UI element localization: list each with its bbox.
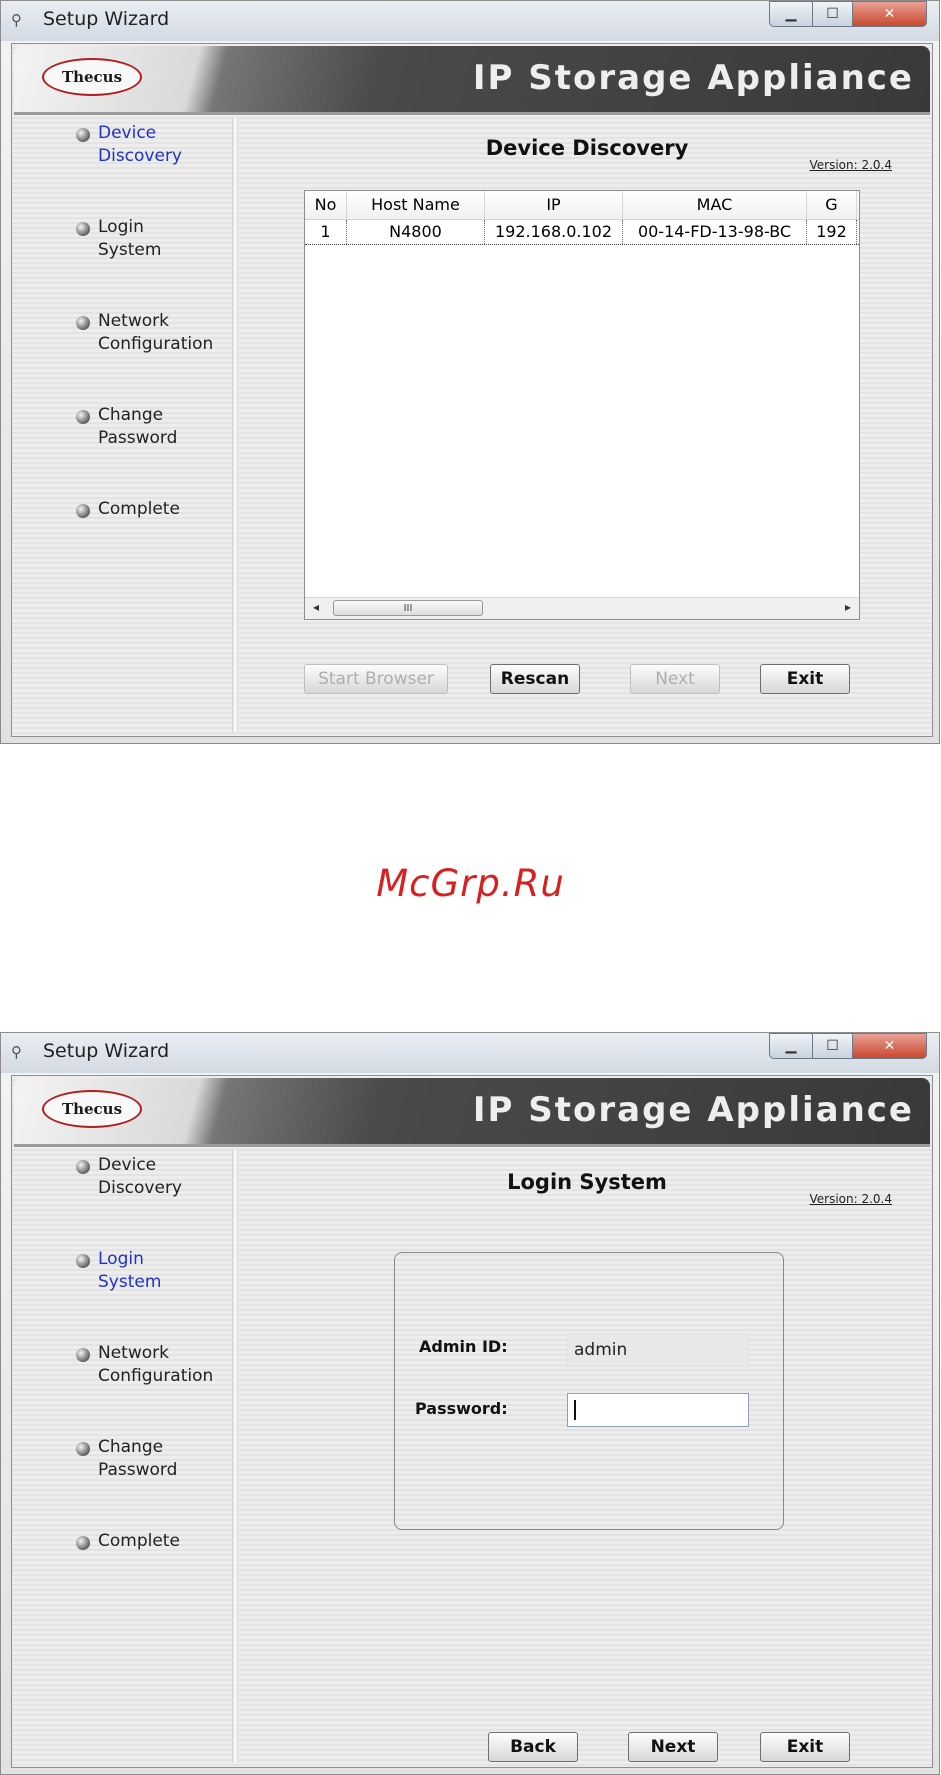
bullet-icon [76, 1348, 90, 1362]
step-label: Password [98, 428, 178, 448]
bullet-icon [76, 1442, 90, 1456]
wizard-steps: Device Discovery Login System Network Confi… [52, 122, 237, 592]
app-title: IP Storage Appliance [472, 1090, 914, 1130]
step-label: System [98, 240, 162, 260]
password-label: Password: [415, 1399, 508, 1418]
sidebar-divider [232, 1150, 238, 1763]
banner: Thecus IP Storage Appliance [14, 1078, 930, 1147]
bullet-icon [76, 1254, 90, 1268]
step-login-system[interactable]: Login System [52, 1248, 237, 1342]
bullet-icon [76, 222, 90, 236]
device-table: No Host Name IP MAC G 1 N4800 192.168.0.… [304, 190, 860, 620]
column-header[interactable]: G [807, 191, 857, 219]
close-button[interactable]: ✕ [853, 1033, 927, 1059]
maximize-button[interactable]: ☐ [813, 1033, 853, 1059]
rescan-button[interactable]: Rescan [490, 664, 580, 694]
back-button[interactable]: Back [488, 1732, 578, 1762]
login-form: Admin ID: admin Password: [394, 1252, 784, 1530]
step-network-configuration[interactable]: Network Configuration [52, 310, 237, 404]
close-button[interactable]: ✕ [853, 1, 927, 27]
title-bar: ⚲ Setup Wizard ▁ ☐ ✕ [1, 1, 939, 41]
step-label: Configuration [98, 1366, 214, 1386]
bullet-icon [76, 410, 90, 424]
title-bar: ⚲ Setup Wizard ▁ ☐ ✕ [1, 1033, 939, 1073]
column-header[interactable]: No [305, 191, 347, 219]
exit-button[interactable]: Exit [760, 664, 850, 694]
cell-ip: 192.168.0.102 [485, 220, 623, 244]
watermark: McGrp.Ru [376, 862, 565, 905]
window-title: Setup Wizard [43, 1040, 170, 1062]
table-header: No Host Name IP MAC G [305, 191, 859, 220]
step-change-password[interactable]: Change Password [52, 404, 237, 498]
step-complete[interactable]: Complete [52, 498, 237, 592]
app-title: IP Storage Appliance [472, 58, 914, 98]
wizard-steps: Device Discovery Login System Network Confi… [52, 1154, 237, 1624]
step-label: Password [98, 1460, 178, 1480]
admin-id-label: Admin ID: [419, 1337, 508, 1356]
setup-wizard-window-login: ⚲ Setup Wizard ▁ ☐ ✕ Thecus IP Storage A… [0, 1032, 940, 1775]
bullet-icon [76, 1536, 90, 1550]
scroll-left-icon[interactable]: ◂ [307, 600, 325, 614]
bullet-icon [76, 504, 90, 518]
window-controls: ▁ ☐ ✕ [769, 1033, 927, 1061]
network-icon: ⚲ [11, 11, 22, 29]
next-button[interactable]: Next [628, 1732, 718, 1762]
window-controls: ▁ ☐ ✕ [769, 1, 927, 29]
step-label: Complete [98, 499, 180, 519]
column-header[interactable]: Host Name [347, 191, 485, 219]
cell-no: 1 [305, 220, 347, 244]
thecus-logo: Thecus [42, 1090, 142, 1128]
step-complete[interactable]: Complete [52, 1530, 237, 1624]
scroll-right-icon[interactable]: ▸ [839, 600, 857, 614]
table-row[interactable]: 1 N4800 192.168.0.102 00-14-FD-13-98-BC … [305, 220, 859, 245]
step-label: Login [98, 217, 144, 237]
step-label: Complete [98, 1531, 180, 1551]
step-login-system[interactable]: Login System [52, 216, 237, 310]
step-label: Network [98, 311, 169, 331]
scroll-thumb[interactable]: III [333, 600, 483, 616]
step-label: Login [98, 1249, 144, 1269]
step-network-configuration[interactable]: Network Configuration [52, 1342, 237, 1436]
cell-mac: 00-14-FD-13-98-BC [623, 220, 807, 244]
wizard-panel: Thecus IP Storage Appliance Device Discov… [11, 43, 933, 737]
minimize-button[interactable]: ▁ [769, 1, 813, 27]
page-title: Login System [507, 1170, 667, 1194]
wizard-panel: Thecus IP Storage Appliance Device Discov… [11, 1075, 933, 1768]
bullet-icon [76, 316, 90, 330]
start-browser-button[interactable]: Start Browser [304, 664, 448, 694]
version-link[interactable]: Version: 2.0.4 [809, 158, 892, 172]
step-device-discovery[interactable]: Device Discovery [52, 1154, 237, 1248]
window-title: Setup Wizard [43, 8, 170, 30]
column-header[interactable]: IP [485, 191, 623, 219]
page-title: Device Discovery [485, 136, 689, 160]
step-label: Configuration [98, 334, 214, 354]
horizontal-scrollbar[interactable]: ◂ III ▸ [305, 597, 859, 619]
cell-gateway: 192 [807, 220, 857, 244]
step-label: Network [98, 1343, 169, 1363]
step-change-password[interactable]: Change Password [52, 1436, 237, 1530]
setup-wizard-window-discovery: ⚲ Setup Wizard ▁ ☐ ✕ Thecus IP Storage A… [0, 0, 940, 744]
password-field[interactable] [567, 1393, 749, 1427]
text-caret [574, 1400, 576, 1420]
version-link[interactable]: Version: 2.0.4 [809, 1192, 892, 1206]
next-button[interactable]: Next [630, 664, 720, 694]
sidebar-divider [232, 118, 238, 732]
step-label: Change [98, 1437, 164, 1457]
thecus-logo: Thecus [42, 58, 142, 96]
cell-host-name: N4800 [347, 220, 485, 244]
step-label: System [98, 1272, 162, 1292]
column-header[interactable]: MAC [623, 191, 807, 219]
maximize-button[interactable]: ☐ [813, 1, 853, 27]
banner: Thecus IP Storage Appliance [14, 46, 930, 115]
step-label: Change [98, 405, 164, 425]
admin-id-field: admin [567, 1333, 749, 1367]
exit-button[interactable]: Exit [760, 1732, 850, 1762]
minimize-button[interactable]: ▁ [769, 1033, 813, 1059]
network-icon: ⚲ [11, 1043, 22, 1061]
